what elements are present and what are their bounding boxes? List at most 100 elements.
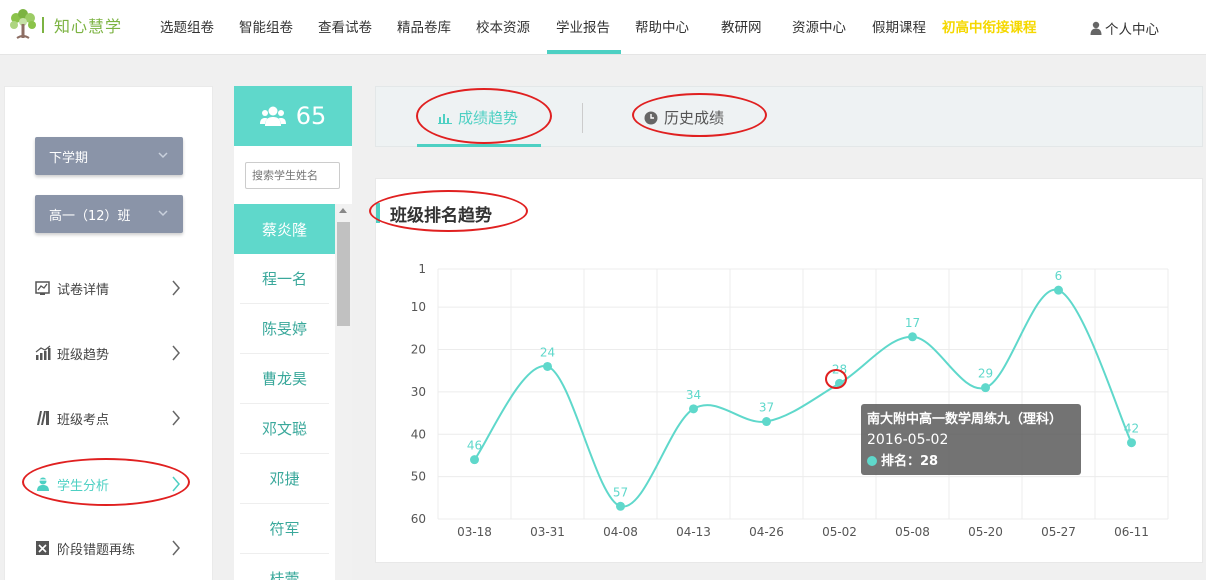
knowledge-icon — [37, 411, 49, 425]
student-list-item[interactable]: 曹龙昊 — [240, 354, 329, 404]
class-select[interactable]: 高一（12）班 — [35, 195, 183, 233]
data-label: 42 — [1124, 422, 1139, 436]
y-tick-label: 40 — [411, 427, 426, 441]
data-point — [908, 332, 917, 342]
data-label: 6 — [1055, 269, 1063, 283]
chevron-down-icon — [158, 210, 168, 217]
data-label: 28 — [832, 362, 847, 376]
chevron-right-icon — [172, 345, 180, 361]
users-icon — [259, 106, 286, 126]
sidebar-item-student-analysis[interactable]: 学生分析 — [35, 472, 185, 496]
y-tick-label: 1 — [418, 262, 426, 276]
data-label: 29 — [978, 367, 993, 381]
nav-item-smart-paper[interactable]: 智能组卷 — [239, 16, 293, 36]
y-tick-label: 20 — [411, 343, 426, 357]
active-tab-indicator — [417, 144, 541, 147]
student-search-input[interactable] — [245, 162, 340, 189]
rank-trend-panel: 班级排名趋势 1 10 20 30 40 50 60 03-18 03-31 04-08 04-13… — [375, 178, 1203, 563]
x-tick-label: 04-26 — [749, 525, 784, 539]
clock-icon — [644, 111, 658, 124]
bar-chart-icon — [438, 113, 452, 124]
chevron-right-icon — [172, 410, 180, 426]
logo-separator — [42, 17, 44, 33]
sidebar-item-class-knowledge[interactable]: 班级考点 — [35, 406, 185, 430]
chevron-right-icon — [172, 540, 180, 556]
term-select-value: 下学期 — [49, 150, 89, 166]
data-label: 46 — [467, 439, 482, 453]
nav-item-transition-courses[interactable]: 初高中衔接课程 — [942, 16, 1037, 36]
tooltip-rank: 排名：28 — [881, 454, 939, 469]
student-list-item[interactable]: 程一名 — [240, 254, 329, 304]
data-label: 34 — [686, 388, 701, 402]
tooltip-exam-title: 南大附中高一数学周练九（理科） — [867, 412, 1063, 427]
data-label: 24 — [540, 345, 555, 359]
data-label: 17 — [905, 316, 920, 330]
brand-logo[interactable]: 知心慧学 — [6, 8, 122, 42]
tab-score-trend[interactable]: 成绩趋势 — [438, 107, 518, 128]
user-icon — [1090, 21, 1102, 35]
data-point — [835, 378, 844, 388]
x-tick-label: 06-11 — [1114, 525, 1149, 539]
y-tick-label: 30 — [411, 385, 426, 399]
tab-history-scores-label: 历史成绩 — [664, 109, 725, 127]
scroll-up-arrow-icon[interactable] — [339, 208, 347, 213]
data-point — [689, 404, 698, 414]
sidebar-item-label: 班级考点 — [57, 412, 110, 428]
data-point — [1054, 285, 1063, 295]
student-list-item[interactable]: 符军 — [240, 504, 329, 554]
student-count: 65 — [295, 102, 327, 130]
class-select-value: 高一（12）班 — [49, 208, 131, 224]
x-tick-label: 04-13 — [676, 525, 711, 539]
term-select[interactable]: 下学期 — [35, 137, 183, 175]
student-list-scrollbar[interactable] — [335, 204, 352, 580]
student-count-header: 65 — [234, 86, 352, 146]
nav-item-view-papers[interactable]: 查看试卷 — [318, 16, 372, 36]
x-tick-label: 05-08 — [895, 525, 930, 539]
sidebar-item-exam-details[interactable]: 试卷详情 — [35, 276, 185, 300]
exam-icon — [35, 281, 50, 295]
sidebar-item-label: 学生分析 — [57, 478, 110, 494]
student-list-item[interactable]: 蔡炎隆 — [234, 204, 335, 254]
x-tick-label: 03-31 — [530, 525, 565, 539]
nav-item-help-center[interactable]: 帮助中心 — [635, 16, 689, 36]
tab-history-scores[interactable]: 历史成绩 — [644, 107, 724, 128]
nav-item-academic-report[interactable]: 学业报告 — [556, 16, 610, 36]
rank-trend-chart: 1 10 20 30 40 50 60 03-18 03-31 04-08 04-13 04-26 05… — [411, 262, 1169, 539]
mistake-icon — [36, 541, 49, 555]
nav-item-school-resources[interactable]: 校本资源 — [476, 16, 530, 36]
data-label: 57 — [613, 485, 628, 499]
data-point — [762, 417, 771, 427]
chevron-down-icon — [158, 152, 168, 159]
y-tick-label: 50 — [411, 470, 426, 484]
sidebar-item-label: 班级趋势 — [57, 347, 110, 363]
nav-item-research-net[interactable]: 教研网 — [721, 16, 762, 36]
tab-divider — [582, 103, 583, 133]
series-dot-icon — [867, 456, 877, 466]
user-center-label: 个人中心 — [1105, 22, 1159, 38]
student-list-item[interactable]: 陈旻婷 — [240, 304, 329, 354]
student-list-item[interactable]: 桂蕾 — [240, 554, 329, 580]
student-list: 蔡炎隆 程一名 陈旻婷 曹龙昊 邓文聪 邓捷 符军 桂蕾 — [234, 204, 335, 580]
student-list-item[interactable]: 邓捷 — [240, 454, 329, 504]
trend-icon — [35, 345, 51, 360]
nav-item-premium-library[interactable]: 精品卷库 — [397, 16, 451, 36]
data-point — [470, 455, 479, 465]
nav-item-select-questions[interactable]: 选题组卷 — [160, 16, 214, 36]
x-tick-label: 05-02 — [822, 525, 857, 539]
tooltip-date: 2016-05-02 — [867, 432, 949, 448]
user-center-link[interactable]: 个人中心 — [1090, 18, 1159, 38]
data-point — [616, 501, 625, 511]
brand-name: 知心慧学 — [54, 17, 123, 36]
sidebar-item-mistake-practice[interactable]: 阶段错题再练 — [35, 536, 185, 560]
student-list-item[interactable]: 邓文聪 — [240, 404, 329, 454]
tree-logo-icon — [10, 9, 36, 39]
sidebar-item-class-trend[interactable]: 班级趋势 — [35, 341, 185, 365]
data-point — [1127, 438, 1136, 448]
data-point — [543, 361, 552, 371]
tab-score-trend-label: 成绩趋势 — [458, 109, 519, 127]
nav-item-holiday-courses[interactable]: 假期课程 — [872, 16, 926, 36]
x-tick-label: 03-18 — [457, 525, 492, 539]
scrollbar-thumb[interactable] — [337, 222, 350, 326]
y-tick-label: 10 — [411, 300, 426, 314]
nav-item-resource-center[interactable]: 资源中心 — [792, 16, 846, 36]
